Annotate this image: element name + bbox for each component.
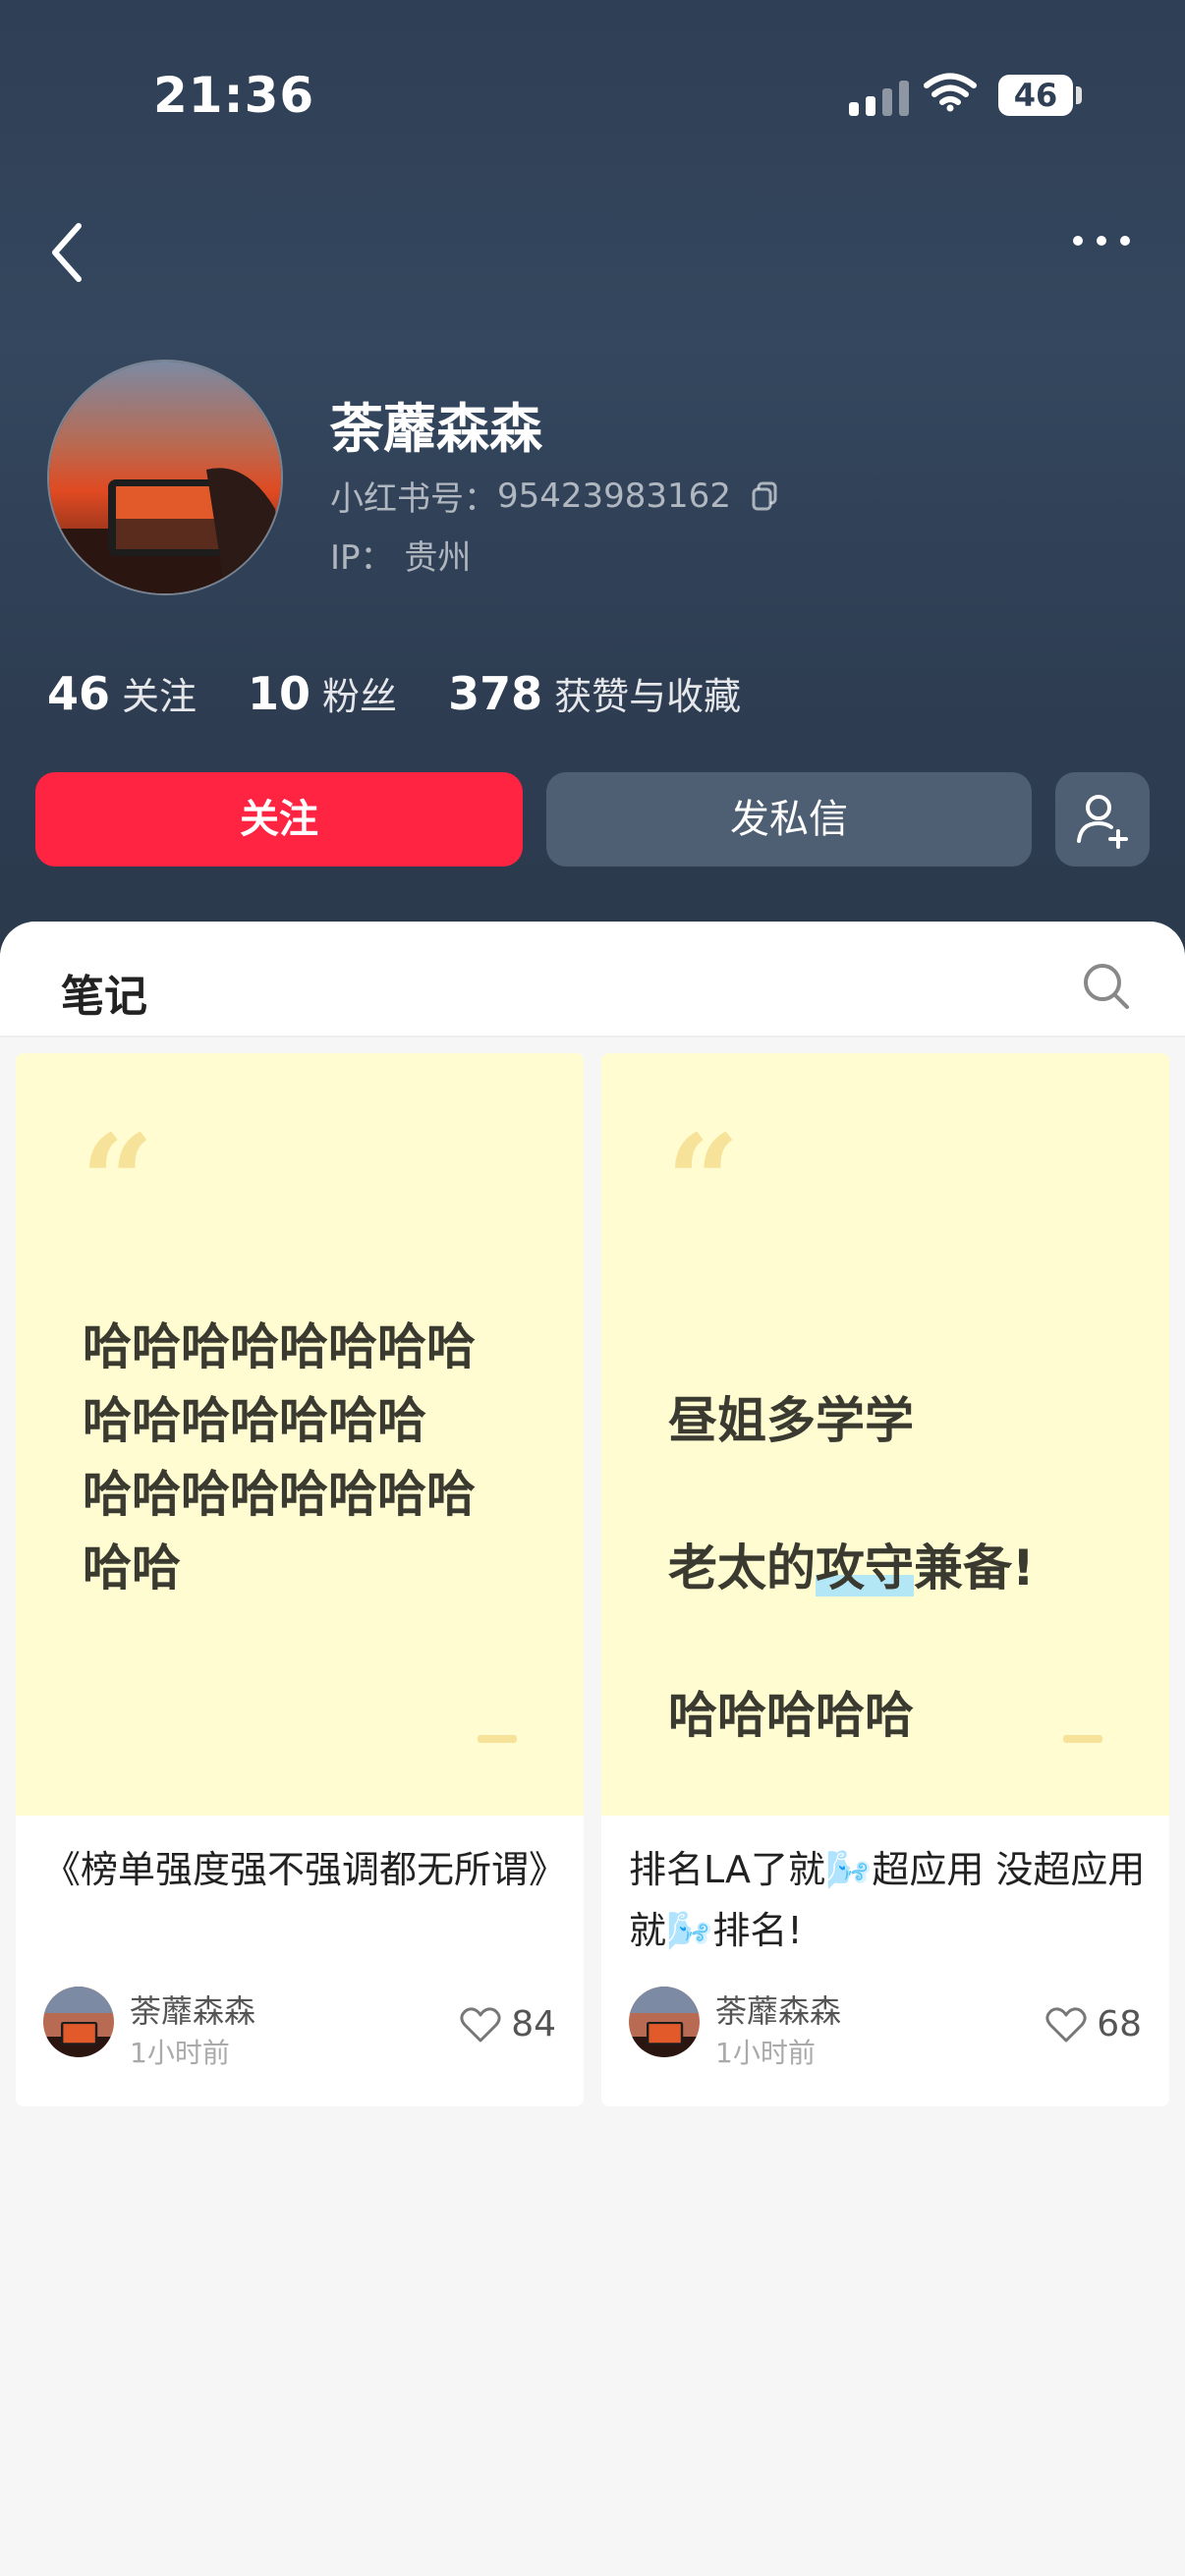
profile-stats: 46 关注 10 粉丝 378 获赞与收藏 bbox=[47, 666, 792, 720]
stat-followers-label: 粉丝 bbox=[322, 675, 398, 718]
heart-icon bbox=[1045, 2006, 1087, 2042]
copy-icon[interactable] bbox=[751, 481, 778, 511]
tab-notes[interactable]: 笔记 bbox=[61, 961, 147, 1024]
profile-ip-value: 贵州 bbox=[404, 538, 472, 578]
message-button[interactable]: 发私信 bbox=[546, 772, 1032, 867]
note-title: 排名LA了就🌬️超应用 没超应用就🌬️排名! bbox=[629, 1848, 1146, 1952]
note-card[interactable]: “ 昼姐多学学 老太的攻守兼备! 哈哈哈哈哈 排名LA了就🌬️超应用 没超应用就… bbox=[601, 1053, 1169, 2106]
stat-following-count: 46 bbox=[47, 667, 111, 720]
cover-line: 老太的攻守兼备! bbox=[668, 1540, 1035, 1596]
like-count: 68 bbox=[1097, 2004, 1142, 2044]
cover-dash bbox=[1063, 1735, 1102, 1743]
stat-followers[interactable]: 10 粉丝 bbox=[248, 666, 397, 720]
search-icon[interactable] bbox=[1081, 961, 1132, 1012]
more-options-icon[interactable] bbox=[1073, 236, 1130, 246]
quote-icon: “ bbox=[81, 1106, 154, 1257]
back-icon[interactable] bbox=[43, 218, 92, 287]
profile-id-label: 小红书号： bbox=[330, 479, 497, 519]
note-time: 1小时前 bbox=[130, 2037, 230, 2069]
add-user-icon bbox=[1077, 795, 1128, 849]
note-card[interactable]: “ 哈哈哈哈哈哈哈哈 哈哈哈哈哈哈哈 哈哈哈哈哈哈哈哈 哈哈 《榜单强度强不强调… bbox=[16, 1053, 584, 2106]
like-button[interactable]: 68 bbox=[1045, 2004, 1142, 2044]
like-count: 84 bbox=[511, 2004, 556, 2044]
wifi-icon bbox=[924, 73, 977, 112]
note-title: 《榜单强度强不强调都无所谓》 bbox=[43, 1848, 567, 1891]
add-friend-button[interactable] bbox=[1055, 772, 1150, 867]
stat-following-label: 关注 bbox=[122, 675, 198, 718]
like-button[interactable]: 84 bbox=[460, 2004, 556, 2044]
follow-button[interactable]: 关注 bbox=[35, 772, 523, 867]
profile-id: 小红书号： 95423983162 bbox=[330, 472, 778, 520]
notes-tabbar: 笔记 bbox=[0, 922, 1185, 1037]
battery-cap bbox=[1076, 86, 1082, 104]
battery-indicator: 46 bbox=[998, 75, 1073, 116]
status-time: 21:36 bbox=[153, 67, 315, 124]
quote-icon: “ bbox=[666, 1106, 740, 1257]
note-cover-text: 昼姐多学学 老太的攻守兼备! 哈哈哈哈哈 bbox=[668, 1311, 1130, 1826]
profile-ip-label: IP： bbox=[330, 538, 394, 578]
note-cover-text: 哈哈哈哈哈哈哈哈 哈哈哈哈哈哈哈 哈哈哈哈哈哈哈哈 哈哈 bbox=[83, 1318, 476, 1596]
author-avatar bbox=[629, 1987, 700, 2057]
cover-line: 昼姐多学学 bbox=[668, 1392, 914, 1449]
note-time: 1小时前 bbox=[715, 2037, 816, 2069]
cellular-signal-icon bbox=[849, 81, 909, 116]
note-author: 荼蘼森森 bbox=[130, 1992, 256, 2030]
cover-line: 哈哈哈哈哈 bbox=[668, 1687, 914, 1744]
cover-highlight: 攻守 bbox=[816, 1540, 914, 1596]
note-cover: “ 昼姐多学学 老太的攻守兼备! 哈哈哈哈哈 bbox=[601, 1053, 1169, 1816]
author-avatar bbox=[43, 1987, 114, 2057]
heart-icon bbox=[460, 2006, 501, 2042]
profile-ip: IP： 贵州 bbox=[330, 531, 471, 579]
avatar[interactable] bbox=[47, 360, 283, 595]
stat-likes-collects[interactable]: 378 获赞与收藏 bbox=[448, 666, 741, 720]
stat-likes-count: 378 bbox=[448, 667, 543, 720]
stat-following[interactable]: 46 关注 bbox=[47, 666, 197, 720]
stat-followers-count: 10 bbox=[248, 667, 311, 720]
stat-likes-label: 获赞与收藏 bbox=[554, 675, 742, 718]
note-author: 荼蘼森森 bbox=[715, 1992, 842, 2030]
note-cover: “ 哈哈哈哈哈哈哈哈 哈哈哈哈哈哈哈 哈哈哈哈哈哈哈哈 哈哈 bbox=[16, 1053, 584, 1816]
profile-id-value: 95423983162 bbox=[497, 476, 731, 516]
cover-dash bbox=[478, 1735, 517, 1743]
profile-name: 荼蘼森森 bbox=[330, 398, 542, 460]
